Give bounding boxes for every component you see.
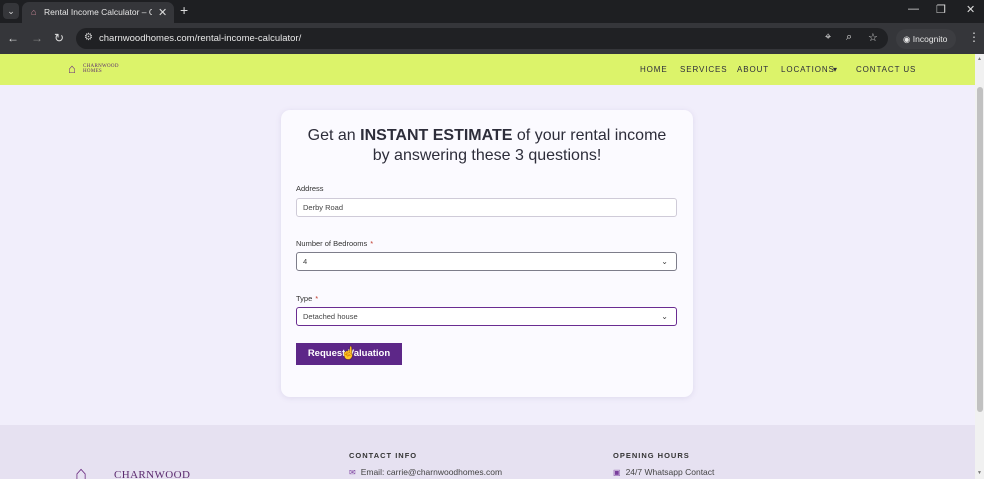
bedrooms-label-text: Number of Bedrooms: [296, 239, 368, 248]
contact-email-text: Email: carrie@charnwoodhomes.com: [360, 467, 503, 477]
envelope-icon: ✉: [349, 468, 356, 477]
browser-toolbar: ← → ↻ ⚙ charnwoodhomes.com/rental-income…: [0, 23, 984, 54]
browser-menu-icon[interactable]: ⋮: [968, 30, 980, 44]
nav-home[interactable]: HOME: [640, 65, 668, 74]
scrollbar-thumb[interactable]: [977, 87, 983, 412]
site-header: ⌂ CHARNWOOD HOMES HOME SERVICES ABOUT LO…: [0, 54, 975, 85]
required-mark: *: [315, 294, 319, 303]
chevron-down-icon[interactable]: ▾: [833, 65, 838, 74]
type-value: Detached house: [303, 312, 358, 321]
logo-text: CHARNWOOD HOMES: [83, 64, 119, 74]
incognito-badge[interactable]: ◉ Incognito: [896, 29, 956, 49]
zoom-icon[interactable]: ⌕: [846, 31, 852, 44]
chevron-down-icon: ⌄: [661, 312, 668, 321]
calendar-icon: ▣: [613, 468, 621, 477]
browser-tab[interactable]: ⌂ Rental Income Calculator – Cha ✕: [22, 2, 174, 23]
nav-contact-us[interactable]: CONTACT US: [856, 65, 916, 74]
required-mark: *: [370, 239, 374, 248]
house-logo-icon: ⌂: [68, 61, 76, 76]
type-label: Type *: [296, 294, 318, 303]
new-tab-icon[interactable]: +: [180, 2, 188, 18]
tab-search-button[interactable]: ⌄: [3, 3, 19, 19]
hours-line: ▣ 24/7 Whatsapp Contact: [613, 467, 714, 477]
site-footer: ⌂ CHARNWOOD CONTACT INFO ✉ Email: carrie@…: [0, 425, 975, 479]
opening-hours-heading: OPENING HOURS: [613, 451, 690, 460]
reload-icon[interactable]: ↻: [54, 31, 64, 45]
type-select[interactable]: Detached house ⌄: [296, 307, 677, 326]
incognito-icon: ◉: [903, 34, 911, 44]
nav-locations[interactable]: LOCATIONS: [781, 65, 835, 74]
window-close-icon[interactable]: ✕: [966, 3, 975, 16]
contact-email[interactable]: ✉ Email: carrie@charnwoodhomes.com: [349, 467, 502, 477]
contact-info-heading: CONTACT INFO: [349, 451, 418, 460]
address-value: Derby Road: [303, 203, 344, 212]
site-logo[interactable]: ⌂ CHARNWOOD HOMES: [68, 61, 120, 77]
address-label: Address: [296, 184, 324, 193]
browser-tab-strip: ⌄ ⌂ Rental Income Calculator – Cha ✕ + —…: [0, 0, 984, 23]
forward-icon[interactable]: →: [31, 31, 43, 45]
close-icon[interactable]: ✕: [158, 6, 167, 19]
hours-line-text: 24/7 Whatsapp Contact: [625, 467, 715, 477]
heading-pre: Get an: [307, 127, 361, 144]
location-icon[interactable]: ⌖: [825, 31, 831, 44]
tab-title: Rental Income Calculator – Cha: [44, 7, 152, 17]
scroll-down-icon[interactable]: ▼: [977, 470, 982, 476]
back-icon[interactable]: ←: [7, 31, 19, 45]
scroll-up-icon[interactable]: ▲: [977, 56, 982, 62]
heading-bold: INSTANT ESTIMATE: [360, 127, 513, 144]
restore-icon[interactable]: ❐: [936, 3, 946, 16]
bedrooms-label: Number of Bedrooms *: [296, 239, 373, 248]
footer-house-logo-icon: ⌂: [75, 463, 88, 479]
site-info-icon[interactable]: ⚙: [84, 32, 93, 43]
bedrooms-value: 4: [303, 257, 308, 266]
form-heading: Get an INSTANT ESTIMATE of your rental i…: [299, 126, 675, 166]
bookmark-star-icon[interactable]: ☆: [868, 31, 878, 44]
mouse-cursor-icon: ☝: [341, 346, 356, 360]
site-favicon-icon: ⌂: [31, 7, 37, 17]
chevron-down-icon: ⌄: [661, 257, 668, 266]
bedrooms-select[interactable]: 4 ⌄: [296, 252, 677, 271]
footer-logo-text: CHARNWOOD: [114, 469, 191, 479]
incognito-label: Incognito: [912, 34, 948, 44]
url-text: charnwoodhomes.com/rental-income-calcula…: [99, 33, 302, 44]
nav-about[interactable]: ABOUT: [737, 65, 769, 74]
minimize-icon[interactable]: —: [908, 3, 919, 15]
address-input[interactable]: Derby Road: [296, 198, 677, 217]
address-bar[interactable]: ⚙ charnwoodhomes.com/rental-income-calcu…: [76, 28, 888, 49]
type-label-text: Type: [296, 294, 313, 303]
nav-services[interactable]: SERVICES: [680, 65, 728, 74]
